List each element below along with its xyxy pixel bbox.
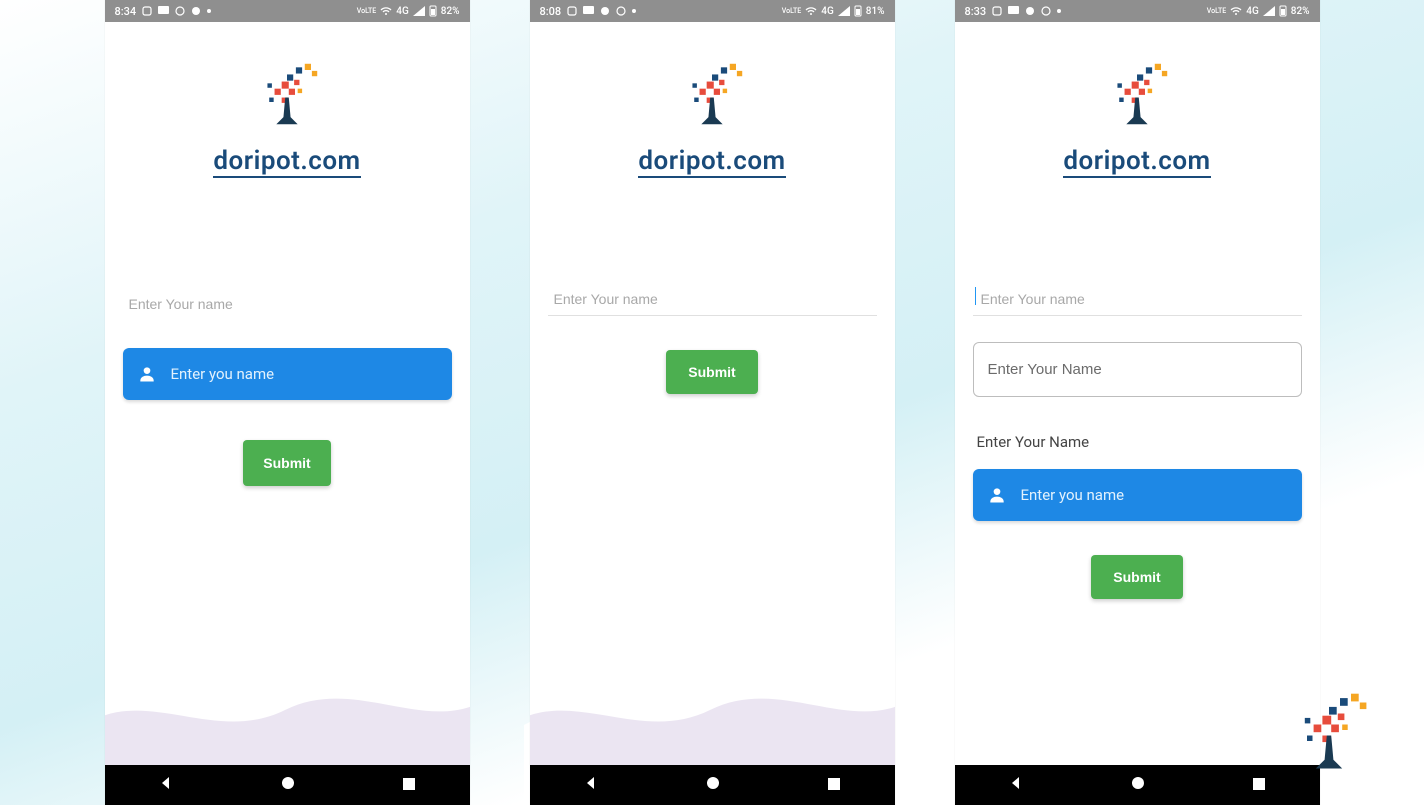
phone-screen-1: 8:34 VoLTE 4G 82% <box>105 0 470 805</box>
battery-label: 82% <box>441 6 460 17</box>
tree-icon <box>242 62 332 142</box>
gear-icon <box>1025 6 1035 16</box>
name-input-underline[interactable] <box>973 283 1302 316</box>
home-button[interactable] <box>280 775 296 795</box>
person-icon <box>987 485 1007 505</box>
battery-icon <box>854 5 862 17</box>
content-wave <box>530 675 895 765</box>
name-label: Enter Your Name <box>973 433 1302 451</box>
home-button[interactable] <box>1130 775 1146 795</box>
tree-icon <box>667 62 757 142</box>
wifi-icon <box>1230 6 1242 16</box>
app-content: doripot.com Enter you name Submit <box>105 22 470 765</box>
submit-button[interactable]: Submit <box>243 440 330 486</box>
signal-icon <box>838 6 850 16</box>
filled-placeholder: Enter you name <box>171 365 275 383</box>
recent-button[interactable] <box>827 776 841 795</box>
brand-text: doripot.com <box>1063 146 1210 178</box>
sync-icon <box>992 6 1002 16</box>
name-input-underline[interactable] <box>548 283 877 316</box>
status-time: 8:08 <box>540 5 562 18</box>
lte-icon: VoLTE <box>782 8 801 15</box>
android-nav-bar <box>955 765 1320 805</box>
filled-placeholder: Enter you name <box>1021 486 1125 504</box>
status-time: 8:33 <box>965 5 987 18</box>
home-button[interactable] <box>705 775 721 795</box>
status-bar: 8:33 VoLTE 4G 82% <box>955 0 1320 22</box>
recent-button[interactable] <box>402 776 416 795</box>
message-icon <box>1008 6 1019 16</box>
wifi-icon <box>380 6 392 16</box>
back-button[interactable] <box>583 775 599 795</box>
brand-text: doripot.com <box>213 146 360 178</box>
gear-icon <box>600 6 610 16</box>
phone-screen-2: 8:08 VoLTE 4G 81% <box>530 0 895 805</box>
signal-icon <box>1263 6 1275 16</box>
gear-icon <box>191 6 201 16</box>
battery-icon <box>1279 5 1287 17</box>
lte-icon: VoLTE <box>1207 8 1226 15</box>
app-logo: doripot.com <box>638 62 785 178</box>
back-button[interactable] <box>1008 775 1024 795</box>
status-time: 8:34 <box>115 5 137 18</box>
wifi-icon <box>805 6 817 16</box>
lte-icon: VoLTE <box>357 8 376 15</box>
name-input-filled[interactable]: Enter you name <box>973 469 1302 521</box>
status-bar: 8:34 VoLTE 4G 82% <box>105 0 470 22</box>
submit-button[interactable]: Submit <box>666 350 757 394</box>
circle-icon <box>1041 6 1051 16</box>
signal-icon <box>413 6 425 16</box>
brand-text: doripot.com <box>638 146 785 178</box>
tree-icon <box>1274 691 1384 791</box>
circle-icon <box>175 6 185 16</box>
android-nav-bar <box>105 765 470 805</box>
battery-label: 81% <box>866 6 885 17</box>
network-label: 4G <box>1246 6 1259 17</box>
dot-icon <box>207 9 211 13</box>
submit-button[interactable]: Submit <box>1091 555 1182 599</box>
message-icon <box>583 6 594 16</box>
app-content: doripot.com Enter Your Name Enter you na… <box>955 22 1320 765</box>
circle-icon <box>616 6 626 16</box>
network-label: 4G <box>396 6 409 17</box>
content-wave <box>105 675 470 765</box>
recent-button[interactable] <box>1252 776 1266 795</box>
sync-icon <box>567 6 577 16</box>
dot-icon <box>632 9 636 13</box>
tree-icon <box>1092 62 1182 142</box>
battery-label: 82% <box>1291 6 1310 17</box>
name-input-underline[interactable] <box>123 288 452 320</box>
network-label: 4G <box>821 6 834 17</box>
battery-icon <box>429 5 437 17</box>
sync-icon <box>142 6 152 16</box>
app-logo: doripot.com <box>213 62 360 178</box>
phone-screen-3: 8:33 VoLTE 4G 82% <box>955 0 1320 805</box>
android-nav-bar <box>530 765 895 805</box>
name-input-filled[interactable]: Enter you name <box>123 348 452 400</box>
app-content: doripot.com Submit <box>530 22 895 765</box>
message-icon <box>158 6 169 16</box>
name-input-outlined[interactable] <box>973 342 1302 397</box>
status-bar: 8:08 VoLTE 4G 81% <box>530 0 895 22</box>
app-logo: doripot.com <box>1063 62 1210 178</box>
back-button[interactable] <box>158 775 174 795</box>
text-cursor <box>975 287 976 305</box>
corner-logo <box>1274 691 1384 795</box>
dot-icon <box>1057 9 1061 13</box>
person-icon <box>137 364 157 384</box>
